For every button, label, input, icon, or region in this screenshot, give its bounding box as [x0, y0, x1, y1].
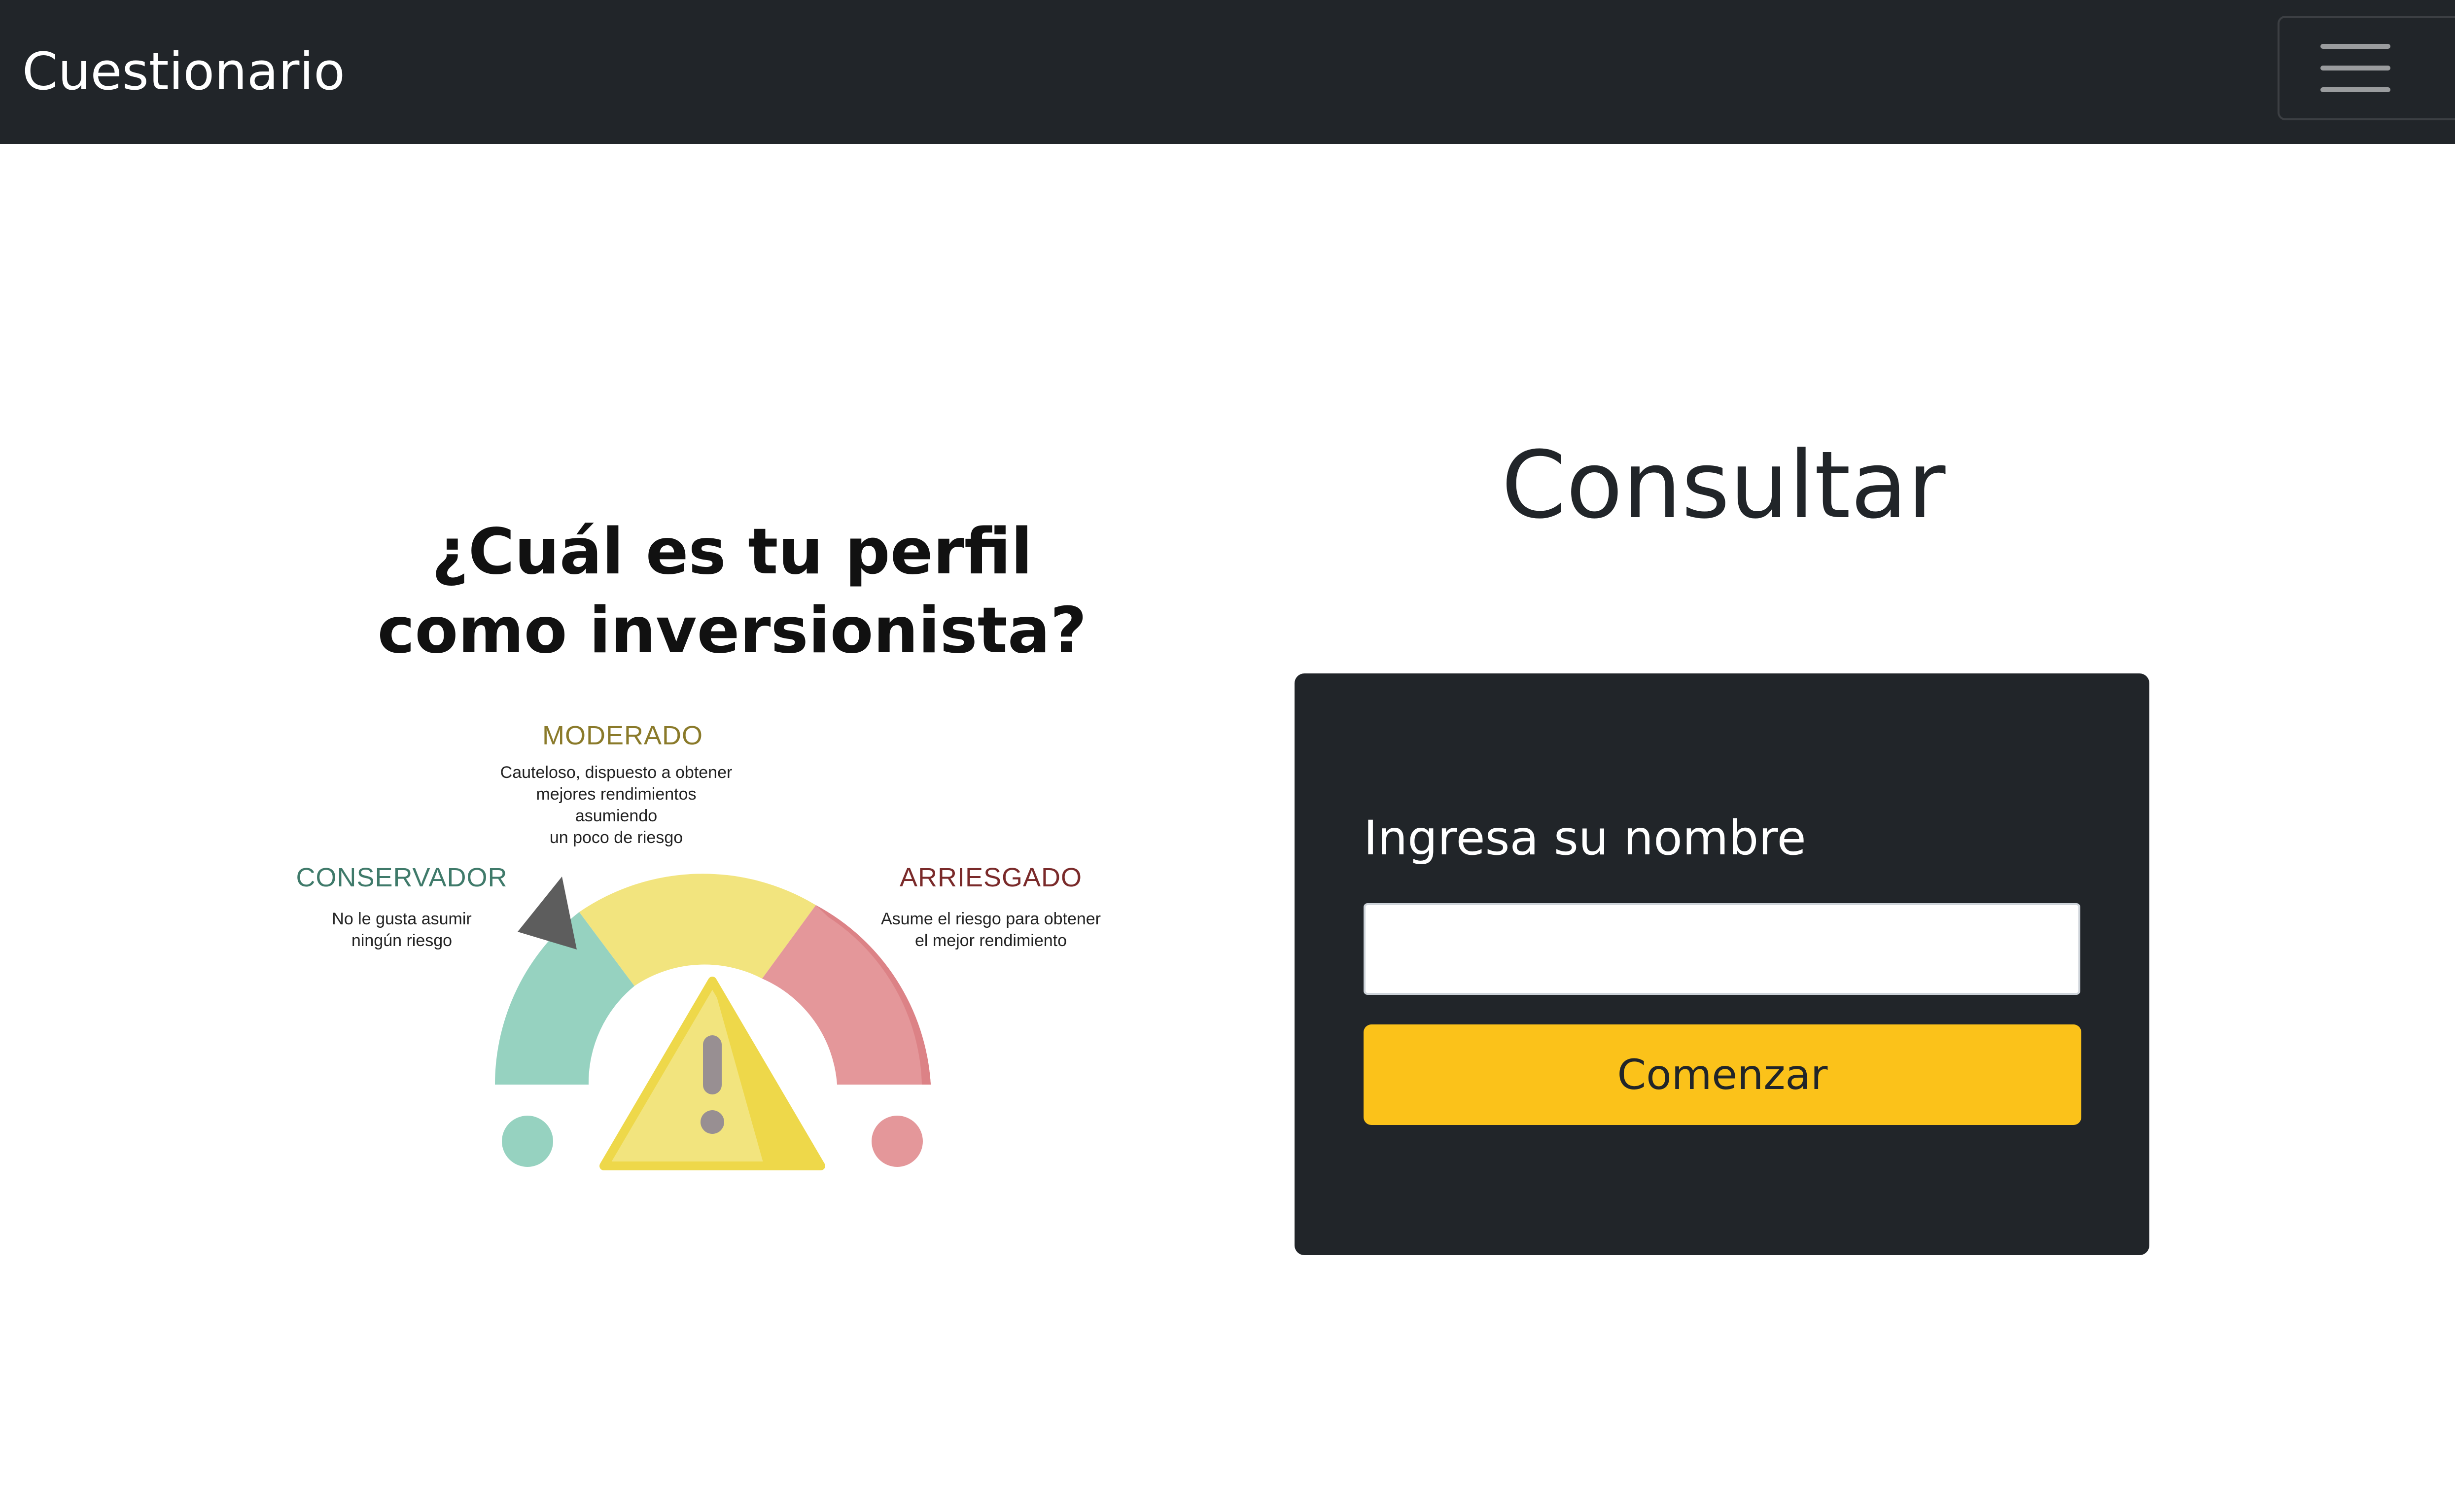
navbar: Cuestionario	[0, 0, 2455, 144]
navbar-brand[interactable]: Cuestionario	[22, 39, 345, 104]
warning-exclamation-bar	[703, 1035, 722, 1094]
gauge-green-dot	[502, 1116, 553, 1167]
risk-gauge-icon	[495, 874, 931, 1170]
investor-profile-illustration: ¿Cuál es tu perfil como inversionista? M…	[276, 498, 1188, 1188]
gauge-red-dot	[872, 1116, 923, 1167]
name-input[interactable]	[1364, 903, 2080, 995]
gauge-needle-icon	[518, 877, 577, 949]
page-title: Consultar	[1501, 431, 1946, 539]
hamburger-menu-icon	[2320, 44, 2390, 92]
start-button[interactable]: Comenzar	[1364, 1024, 2081, 1125]
name-entry-card: Ingresa su nombre Comenzar	[1295, 673, 2149, 1255]
warning-exclamation-dot	[701, 1110, 724, 1134]
name-field-label: Ingresa su nombre	[1364, 810, 1806, 866]
navbar-toggler-button[interactable]	[2278, 16, 2455, 120]
